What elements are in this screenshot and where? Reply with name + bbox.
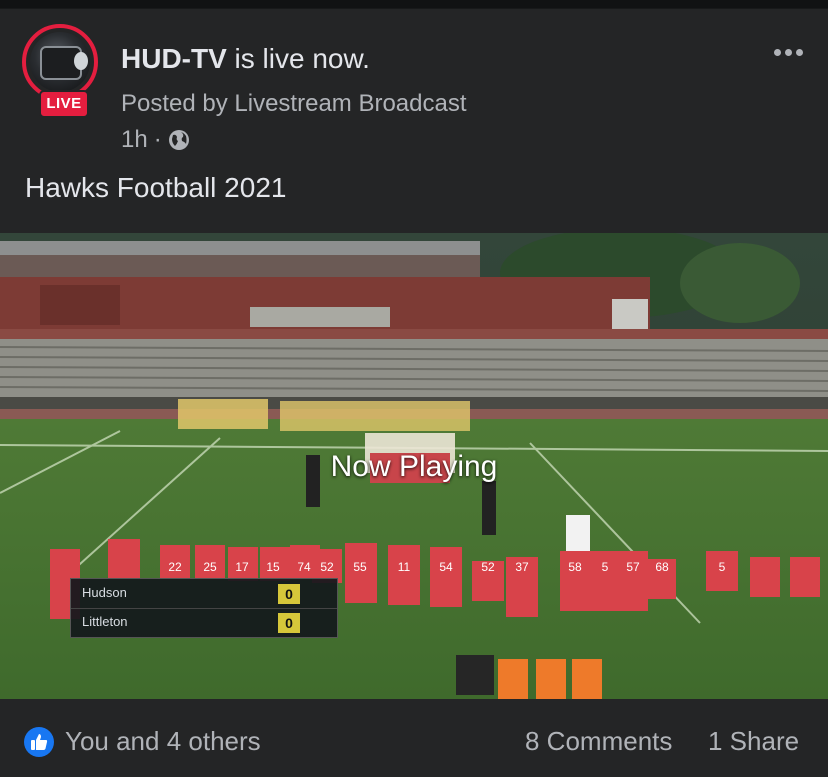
author-name-link[interactable]: HUD-TV xyxy=(121,43,227,74)
post-meta: 1h · xyxy=(121,126,190,154)
live-status-text: is live now. xyxy=(234,43,370,74)
posted-by-text: Posted by Livestream Broadcast xyxy=(121,90,467,117)
scoreboard-row: Hudson 0 xyxy=(71,580,337,608)
jersey-number: 22 xyxy=(168,560,182,574)
jersey-number: 58 xyxy=(568,560,582,574)
live-badge: LIVE xyxy=(39,90,89,118)
team-name: Hudson xyxy=(82,585,127,600)
globe-icon xyxy=(168,130,189,150)
jersey-number: 5 xyxy=(602,560,609,574)
jersey-number: 74 xyxy=(297,560,311,574)
more-dot xyxy=(784,48,792,56)
post-footer: You and 4 others 8 Comments 1 Share xyxy=(0,699,828,777)
more-options-button[interactable] xyxy=(766,38,810,66)
jersey-number: 11 xyxy=(398,560,411,574)
jersey-number: 57 xyxy=(626,560,640,574)
now-playing-overlay: Now Playing xyxy=(330,450,498,483)
jersey-number: 5 xyxy=(719,560,726,574)
post-caption: Hawks Football 2021 xyxy=(25,172,287,203)
team-score: 0 xyxy=(278,584,300,604)
more-dot xyxy=(795,48,803,56)
jersey-number: 15 xyxy=(266,560,280,574)
jersey-number: 55 xyxy=(353,560,367,574)
page-avatar[interactable]: LIVE xyxy=(22,24,108,118)
reactions-summary[interactable]: You and 4 others xyxy=(65,726,261,757)
team-score: 0 xyxy=(278,613,300,633)
jersey-number: 52 xyxy=(320,560,334,574)
team-name: Littleton xyxy=(82,614,128,629)
jersey-number: 52 xyxy=(481,560,495,574)
shares-count-link[interactable]: 1 Share xyxy=(708,726,799,757)
timestamp-link[interactable]: 1h xyxy=(121,126,148,154)
jersey-number: 25 xyxy=(203,560,217,574)
jersey-number: 54 xyxy=(439,560,453,574)
comments-count-link[interactable]: 8 Comments xyxy=(525,726,672,757)
post-header-title: HUD-TV is live now. xyxy=(121,43,370,75)
thumbs-up-icon[interactable] xyxy=(24,727,54,757)
jersey-number: 17 xyxy=(235,560,249,574)
top-divider xyxy=(0,0,828,8)
jersey-number: 68 xyxy=(655,560,669,574)
jersey-number: 37 xyxy=(515,560,529,574)
more-horizontal-icon xyxy=(773,48,781,56)
meta-separator: · xyxy=(153,126,162,153)
camera-logo-icon xyxy=(30,32,90,92)
scoreboard-row: Littleton 0 xyxy=(71,608,337,637)
scoreboard: Hudson 0 Littleton 0 xyxy=(70,578,338,638)
